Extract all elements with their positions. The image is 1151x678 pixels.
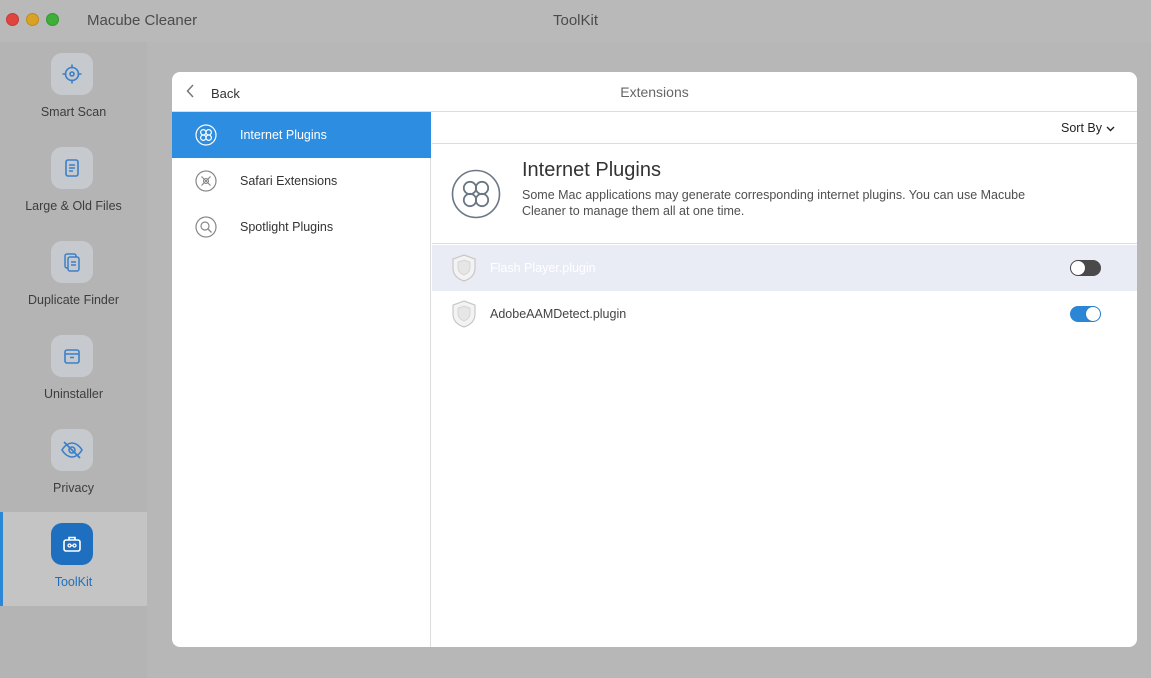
category-list: Internet Plugins Safari Extensions Spotl… <box>172 112 431 647</box>
sort-by-button[interactable]: Sort By <box>1061 121 1115 135</box>
category-safari-extensions[interactable]: Safari Extensions <box>172 158 431 204</box>
sidebar-item-large-old-files[interactable]: Large & Old Files <box>0 136 147 230</box>
plugin-shield-icon <box>449 253 479 283</box>
sidebar-item-label: Smart Scan <box>40 105 107 119</box>
box-icon <box>51 335 93 377</box>
category-intro: Internet Plugins Some Mac applications m… <box>432 144 1137 244</box>
plugin-shield-icon <box>449 299 479 329</box>
sidebar-item-label: Duplicate Finder <box>27 293 119 307</box>
toggle-knob <box>1071 261 1085 275</box>
panel-title: Extensions <box>620 84 689 100</box>
sidebar-item-uninstaller[interactable]: Uninstaller <box>0 324 147 418</box>
compass-icon <box>195 170 217 192</box>
chevron-down-icon <box>1106 121 1115 135</box>
active-indicator <box>0 512 3 606</box>
internet-plugins-icon <box>451 169 501 219</box>
sidebar-item-toolkit[interactable]: ToolKit <box>0 512 147 606</box>
magnifier-icon <box>195 216 217 238</box>
category-spotlight-plugins[interactable]: Spotlight Plugins <box>172 204 431 250</box>
plugin-toggle[interactable] <box>1070 260 1101 276</box>
sidebar-item-label: ToolKit <box>54 575 93 589</box>
eye-slash-icon <box>51 429 93 471</box>
sidebar-item-privacy[interactable]: Privacy <box>0 418 147 512</box>
plugin-name: Flash Player.plugin <box>490 261 596 275</box>
toolkit-icon <box>51 523 93 565</box>
sort-by-label: Sort By <box>1061 121 1102 135</box>
sidebar-item-smart-scan[interactable]: Smart Scan <box>0 42 147 136</box>
category-internet-plugins[interactable]: Internet Plugins <box>172 112 431 158</box>
plugin-content: Sort By Internet Plugins Some Mac applic… <box>432 112 1137 647</box>
intro-title: Internet Plugins <box>522 159 661 181</box>
sidebar: Smart Scan Large & Old Files Duplicate F… <box>0 42 147 678</box>
intro-description: Some Mac applications may generate corre… <box>522 188 1026 218</box>
target-icon <box>51 53 93 95</box>
plugin-row[interactable]: AdobeAAMDetect.plugin <box>432 291 1137 337</box>
sidebar-item-duplicate-finder[interactable]: Duplicate Finder <box>0 230 147 324</box>
sidebar-item-label: Privacy <box>53 481 94 495</box>
window-title: ToolKit <box>552 12 599 29</box>
plugin-toggle[interactable] <box>1070 306 1101 322</box>
sort-bar: Sort By <box>432 112 1137 144</box>
extensions-panel: Back Extensions Internet Plugins Safari … <box>172 72 1137 647</box>
sidebar-item-label: Uninstaller <box>43 387 104 401</box>
category-label: Spotlight Plugins <box>240 220 334 234</box>
title-bar: Macube Cleaner ToolKit <box>0 0 1151 42</box>
document-icon <box>51 147 93 189</box>
sidebar-item-label: Large & Old Files <box>25 199 122 213</box>
category-label: Safari Extensions <box>240 174 338 188</box>
panel-header: Back Extensions <box>172 72 1137 112</box>
clover-icon <box>195 124 217 146</box>
toggle-knob <box>1086 307 1100 321</box>
category-label: Internet Plugins <box>240 128 327 142</box>
plugin-name: AdobeAAMDetect.plugin <box>490 307 627 321</box>
duplicate-icon <box>51 241 93 283</box>
plugin-row[interactable]: Flash Player.plugin <box>432 245 1137 291</box>
